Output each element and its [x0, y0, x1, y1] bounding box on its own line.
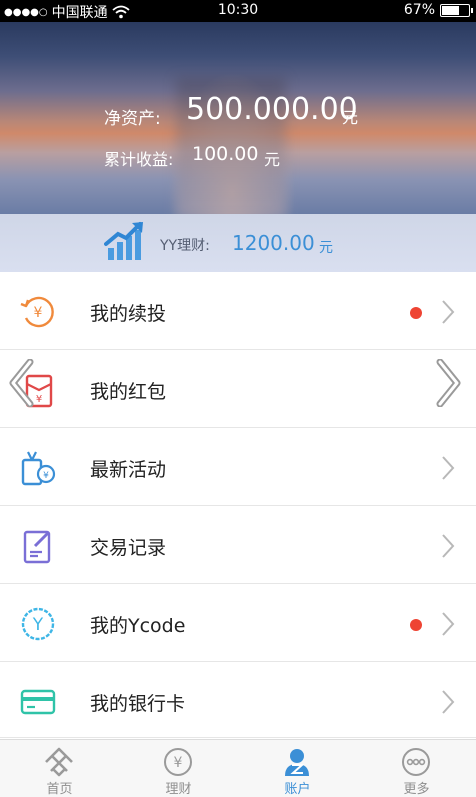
home-icon [45, 747, 73, 777]
svg-text:¥: ¥ [36, 394, 42, 405]
earnings-label: 累计收益: [104, 150, 174, 169]
previous-arrow-icon[interactable] [8, 359, 34, 407]
notification-dot [410, 307, 422, 319]
menu-item-label: 我的续投 [90, 303, 167, 325]
battery-fill [442, 5, 459, 15]
menu-item-label: 我的红包 [90, 381, 167, 403]
yy-finance-unit: 元 [319, 240, 333, 256]
yy-finance-row[interactable]: YY理财: 1200.00 元 [0, 214, 476, 272]
tab-label: 首页 [46, 782, 73, 797]
yy-finance-label: YY理财: [160, 238, 210, 254]
tab-account[interactable]: 账户 [238, 740, 357, 797]
chevron-right-icon [442, 300, 455, 324]
bank-card-icon [20, 689, 56, 715]
account-user-icon [285, 749, 309, 776]
tab-label: 账户 [284, 782, 311, 797]
chevron-right-icon [442, 612, 455, 636]
growth-chart-icon [104, 222, 143, 260]
chevron-right-icon [442, 690, 455, 714]
renew-yuan-icon: ¥ [20, 296, 54, 328]
net-assets-label: 净资产: [104, 109, 161, 129]
menu-item-latest-activity[interactable]: ¥ 最新活动 [0, 428, 476, 506]
net-assets-unit: 元 [342, 108, 359, 127]
earnings-value: 100.00 [192, 143, 259, 165]
chevron-right-icon [442, 456, 455, 480]
menu-item-label: 交易记录 [90, 537, 167, 559]
more-dots-icon [402, 748, 430, 776]
menu-item-renewal[interactable]: ¥ 我的续投 [0, 272, 476, 350]
tab-label: 理财 [165, 782, 192, 797]
earnings-unit: 元 [264, 150, 281, 169]
gift-activity-icon: ¥ [21, 451, 56, 486]
tab-finance[interactable]: ¥ 理财 [119, 740, 238, 797]
battery-percent: 67% [403, 2, 435, 18]
bottom-tab-bar: 首页 ¥ 理财 账户 更多 [0, 739, 476, 797]
menu-item-label: 我的Ycode [90, 615, 186, 637]
tab-home[interactable]: 首页 [0, 740, 119, 797]
menu-item-ycode[interactable]: Y 我的Ycode [0, 584, 476, 662]
menu-item-label: 我的银行卡 [90, 693, 186, 715]
menu-item-label: 最新活动 [90, 459, 167, 481]
menu-item-transaction-records[interactable]: 交易记录 [0, 506, 476, 584]
chevron-right-icon [442, 534, 455, 558]
tab-label: 更多 [403, 782, 430, 797]
menu-item-red-envelope[interactable]: ¥ 我的红包 [0, 350, 476, 428]
svg-text:¥: ¥ [174, 755, 183, 771]
yy-finance-value: 1200.00 [232, 231, 315, 255]
tab-more[interactable]: 更多 [357, 740, 476, 797]
status-bar: ●●●●○ 中国联通 10:30 67% [0, 0, 476, 22]
finance-yuan-icon: ¥ [164, 748, 192, 776]
ycode-icon: Y [21, 607, 55, 641]
menu-item-bank-card[interactable]: 我的银行卡 [0, 662, 476, 738]
svg-text:¥: ¥ [43, 471, 49, 481]
net-assets-value: 500.000.00 [186, 92, 358, 127]
status-right: 67% [403, 2, 473, 18]
next-arrow-icon[interactable] [436, 359, 462, 407]
transaction-record-icon [23, 530, 51, 564]
notification-dot [410, 619, 422, 631]
account-summary-banner: 净资产: 500.000.00 元 累计收益: 100.00 元 [0, 22, 476, 214]
svg-text:Y: Y [32, 615, 44, 635]
battery-icon [440, 3, 473, 17]
svg-text:¥: ¥ [34, 305, 43, 321]
